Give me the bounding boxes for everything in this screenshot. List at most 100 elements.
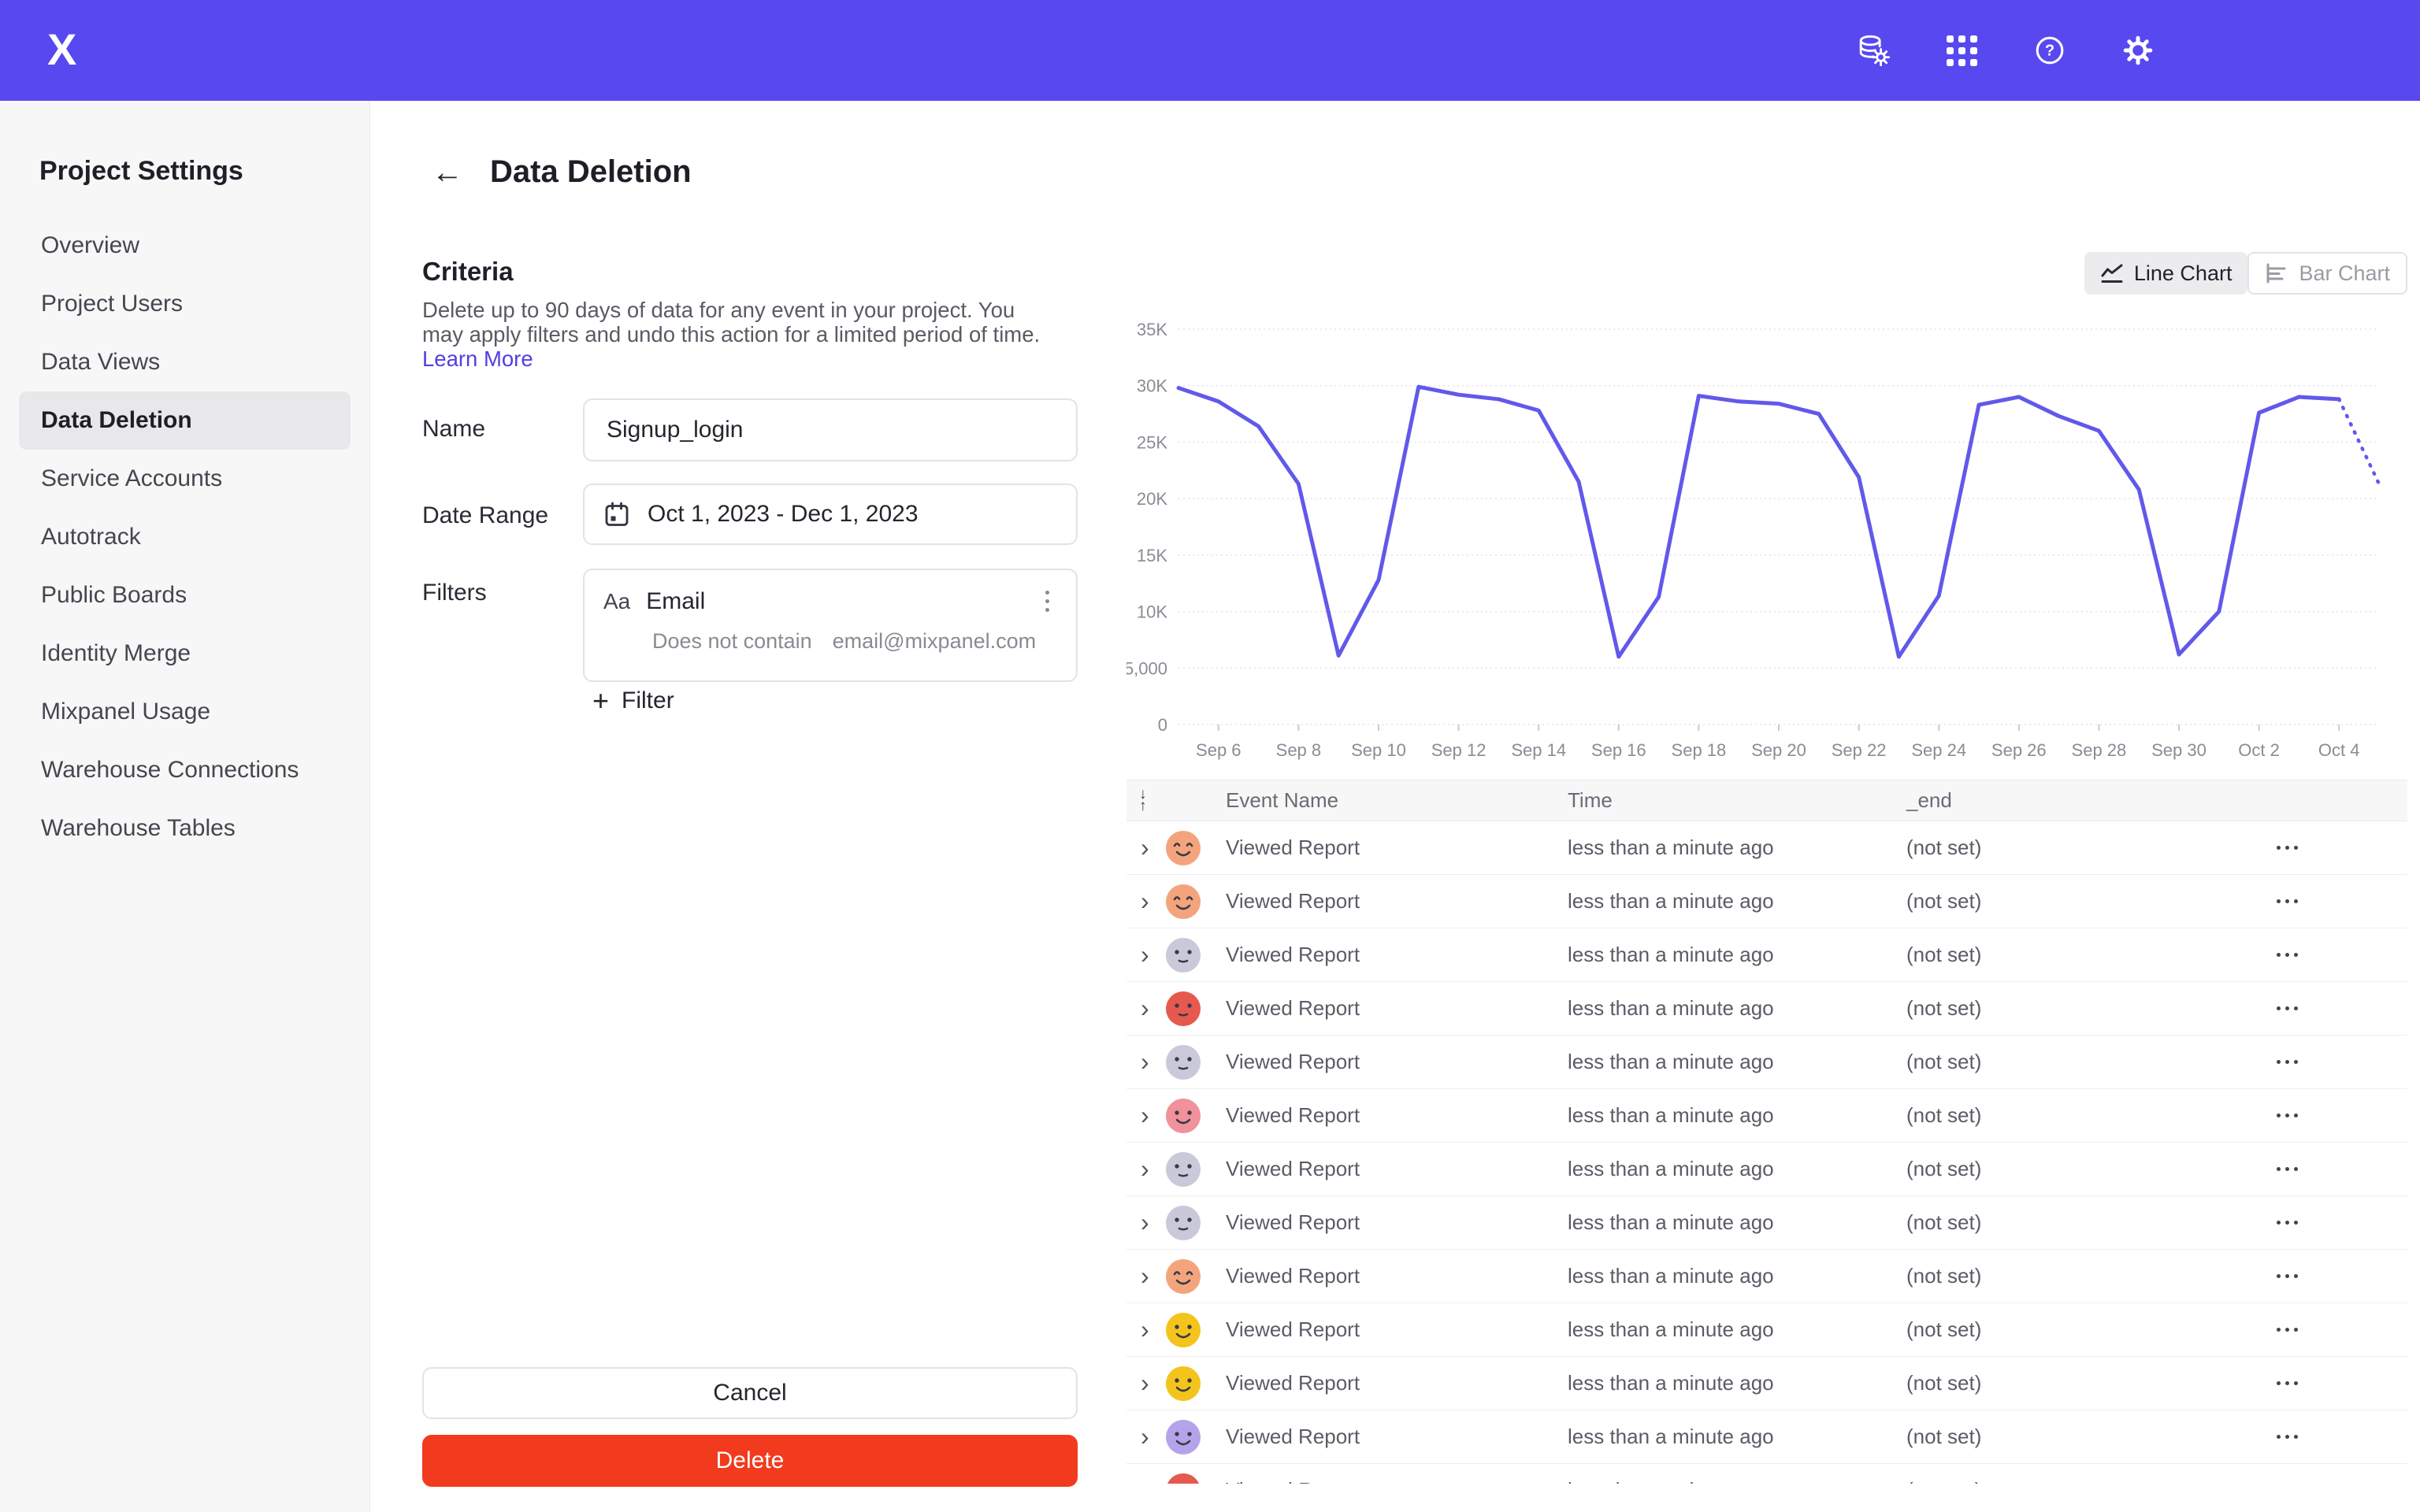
user-avatar	[1166, 1152, 1201, 1187]
row-menu-button[interactable]	[2277, 839, 2407, 856]
date-range-field[interactable]: Oct 1, 2023 - Dec 1, 2023	[583, 484, 1078, 545]
row-menu-button[interactable]	[2277, 1482, 2407, 1484]
row-expand-chevron-icon[interactable]: ›	[1141, 1262, 1149, 1290]
sidebar-item-mixpanel-usage[interactable]: Mixpanel Usage	[19, 683, 351, 741]
cell-event-name: Viewed Report	[1226, 889, 1568, 914]
sidebar-item-public-boards[interactable]: Public Boards	[19, 566, 351, 624]
cell-end: (not set)	[1906, 1425, 2277, 1449]
cell-end: (not set)	[1906, 996, 2277, 1021]
row-expand-chevron-icon[interactable]: ›	[1141, 1154, 1149, 1183]
cell-end: (not set)	[1906, 1478, 2277, 1484]
back-arrow-icon[interactable]: ←	[432, 157, 463, 188]
table-row[interactable]: ›Viewed Reportless than a minute ago(not…	[1126, 1089, 2407, 1143]
table-row[interactable]: ›Viewed Reportless than a minute ago(not…	[1126, 1250, 2407, 1303]
page-title: Data Deletion	[490, 154, 692, 190]
user-avatar	[1166, 884, 1201, 919]
table-row[interactable]: ›Viewed Reportless than a minute ago(not…	[1126, 1303, 2407, 1357]
row-menu-button[interactable]	[2277, 1214, 2407, 1231]
table-row[interactable]: ›Viewed Reportless than a minute ago(not…	[1126, 1357, 2407, 1410]
apps-grid-icon[interactable]	[1943, 32, 1980, 69]
cell-time: less than a minute ago	[1568, 1478, 1906, 1484]
criteria-description-text: Delete up to 90 days of data for any eve…	[422, 298, 1040, 346]
page-header: ← Data Deletion	[432, 154, 692, 190]
row-expand-chevron-icon[interactable]: ›	[1141, 1422, 1149, 1451]
svg-text:Sep 30: Sep 30	[2151, 740, 2207, 760]
table-row[interactable]: ›Viewed Reportless than a minute ago(not…	[1126, 1196, 2407, 1250]
sidebar-item-data-views[interactable]: Data Views	[19, 333, 351, 391]
cell-end: (not set)	[1906, 1317, 2277, 1342]
data-management-icon[interactable]	[1855, 32, 1891, 69]
cell-event-name: Viewed Report	[1226, 943, 1568, 967]
row-menu-button[interactable]	[2277, 1107, 2407, 1124]
row-expand-chevron-icon[interactable]: ›	[1141, 1476, 1149, 1484]
cell-time: less than a minute ago	[1568, 1425, 1906, 1449]
cell-end: (not set)	[1906, 1371, 2277, 1395]
row-expand-chevron-icon[interactable]: ›	[1141, 1101, 1149, 1129]
svg-text:Sep 12: Sep 12	[1431, 740, 1487, 760]
bar-chart-toggle[interactable]: Bar Chart	[2247, 252, 2407, 295]
sidebar-item-project-users[interactable]: Project Users	[19, 275, 351, 333]
table-row[interactable]: ›Viewed Reportless than a minute ago(not…	[1126, 875, 2407, 928]
table-row[interactable]: ›Viewed Reportless than a minute ago(not…	[1126, 1143, 2407, 1196]
row-expand-chevron-icon[interactable]: ›	[1141, 1315, 1149, 1343]
svg-text:35K: 35K	[1137, 320, 1167, 339]
date-range-label: Date Range	[422, 502, 548, 529]
help-icon[interactable]: ?	[2032, 32, 2068, 69]
row-menu-button[interactable]	[2277, 1268, 2407, 1284]
column-header-end[interactable]: _end	[1906, 788, 2277, 813]
filter-card[interactable]: Aa Email Does not contain email@mixpanel…	[583, 569, 1078, 682]
user-avatar	[1166, 1473, 1201, 1484]
row-expand-chevron-icon[interactable]: ›	[1141, 1047, 1149, 1076]
row-menu-button[interactable]	[2277, 893, 2407, 910]
column-header-time[interactable]: Time	[1568, 788, 1906, 813]
expand-collapse-sort-icon[interactable]: ↓↑	[1139, 789, 1147, 812]
row-expand-chevron-icon[interactable]: ›	[1141, 940, 1149, 969]
table-row[interactable]: ›Viewed Reportless than a minute ago(not…	[1126, 1036, 2407, 1089]
string-property-icon: Aa	[603, 589, 630, 614]
table-row[interactable]: ›Viewed Reportless than a minute ago(not…	[1126, 821, 2407, 875]
delete-button[interactable]: Delete	[422, 1435, 1078, 1487]
user-avatar	[1166, 831, 1201, 865]
table-row[interactable]: ›Viewed Reportless than a minute ago(not…	[1126, 1464, 2407, 1484]
sidebar-item-autotrack[interactable]: Autotrack	[19, 508, 351, 566]
cell-event-name: Viewed Report	[1226, 1210, 1568, 1235]
events-table: ↓↑ Event Name Time _end ›Viewed Reportle…	[1126, 780, 2407, 1484]
cell-event-name: Viewed Report	[1226, 996, 1568, 1021]
table-row[interactable]: ›Viewed Reportless than a minute ago(not…	[1126, 1410, 2407, 1464]
line-chart-toggle[interactable]: Line Chart	[2084, 252, 2248, 295]
cell-event-name: Viewed Report	[1226, 1264, 1568, 1288]
row-menu-button[interactable]	[2277, 947, 2407, 963]
row-menu-button[interactable]	[2277, 1161, 2407, 1177]
row-menu-button[interactable]	[2277, 1321, 2407, 1338]
column-header-event-name[interactable]: Event Name	[1226, 788, 1568, 813]
row-expand-chevron-icon[interactable]: ›	[1141, 833, 1149, 862]
add-filter-button[interactable]: + Filter	[592, 687, 674, 715]
filter-menu-button[interactable]	[1037, 586, 1057, 617]
svg-text:Sep 14: Sep 14	[1511, 740, 1566, 760]
user-avatar	[1166, 1420, 1201, 1455]
learn-more-link[interactable]: Learn More	[422, 346, 533, 371]
table-row[interactable]: ›Viewed Reportless than a minute ago(not…	[1126, 982, 2407, 1036]
row-menu-button[interactable]	[2277, 1054, 2407, 1070]
row-expand-chevron-icon[interactable]: ›	[1141, 1369, 1149, 1397]
line-chart-label: Line Chart	[2134, 261, 2233, 286]
row-expand-chevron-icon[interactable]: ›	[1141, 994, 1149, 1022]
sidebar-item-service-accounts[interactable]: Service Accounts	[19, 450, 351, 508]
filter-operator[interactable]: Does not contain	[652, 629, 812, 654]
row-expand-chevron-icon[interactable]: ›	[1141, 887, 1149, 915]
sidebar-item-warehouse-tables[interactable]: Warehouse Tables	[19, 799, 351, 858]
sidebar-item-data-deletion[interactable]: Data Deletion	[19, 391, 351, 450]
table-row[interactable]: ›Viewed Reportless than a minute ago(not…	[1126, 928, 2407, 982]
row-expand-chevron-icon[interactable]: ›	[1141, 1208, 1149, 1236]
filter-value[interactable]: email@mixpanel.com	[833, 629, 1037, 654]
settings-gear-icon[interactable]	[2120, 32, 2156, 69]
sidebar-item-overview[interactable]: Overview	[19, 217, 351, 275]
row-menu-button[interactable]	[2277, 1375, 2407, 1392]
sidebar-item-identity-merge[interactable]: Identity Merge	[19, 624, 351, 683]
svg-text:30K: 30K	[1137, 376, 1167, 396]
row-menu-button[interactable]	[2277, 1429, 2407, 1445]
cancel-button[interactable]: Cancel	[422, 1367, 1078, 1419]
row-menu-button[interactable]	[2277, 1000, 2407, 1017]
name-input[interactable]	[585, 400, 1076, 460]
sidebar-item-warehouse-connections[interactable]: Warehouse Connections	[19, 741, 351, 799]
